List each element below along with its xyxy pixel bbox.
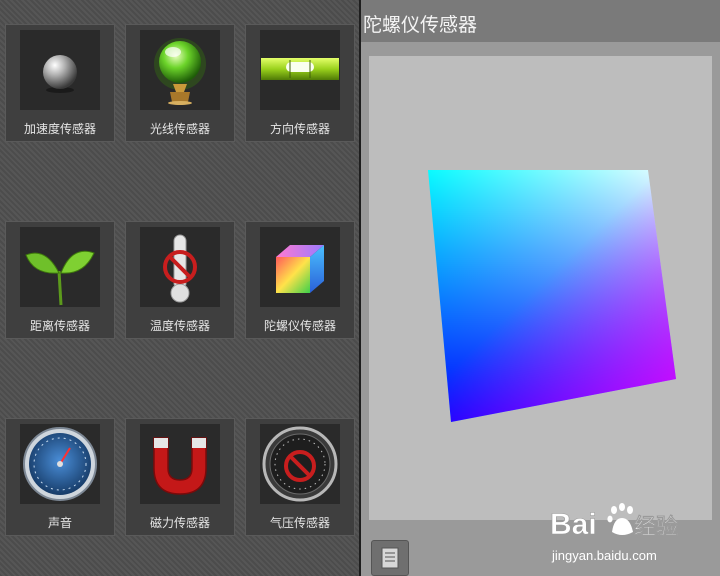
sensor-tile-accelerometer[interactable]: 加速度传感器 — [5, 24, 115, 142]
baidu-logo-icon: Bai 经验 — [550, 503, 678, 541]
steel-ball-icon — [20, 30, 100, 110]
gyroscope-canvas[interactable] — [369, 56, 712, 520]
sensor-label: 加速度传感器 — [23, 122, 96, 136]
sensor-label: 方向传感器 — [269, 122, 330, 136]
sensor-tile-temperature[interactable]: 温度传感器 — [125, 221, 235, 339]
sensor-tile-proximity[interactable]: 距离传感器 — [5, 221, 115, 339]
document-icon — [381, 547, 399, 569]
svg-text:经验: 经验 — [634, 514, 678, 540]
sensor-label: 光线传感器 — [149, 122, 210, 136]
magnet-icon — [140, 424, 220, 504]
sensor-label: 磁力传感器 — [149, 516, 210, 530]
sensor-label: 陀螺仪传感器 — [263, 319, 336, 333]
barometer-disabled-icon — [260, 424, 340, 504]
sensor-tile-gyroscope[interactable]: 陀螺仪传感器 — [245, 221, 355, 339]
sensor-tile-orientation[interactable]: 方向传感器 — [245, 24, 355, 142]
page-title: 陀螺仪传感器 — [363, 14, 478, 36]
sensor-tile-pressure[interactable]: 气压传感器 — [245, 418, 355, 536]
sensor-tile-magnetic[interactable]: 磁力传感器 — [125, 418, 235, 536]
watermark-url: jingyan.baidu.com — [552, 548, 657, 563]
sensor-label: 气压传感器 — [269, 516, 330, 530]
thermometer-disabled-icon — [140, 227, 220, 307]
sensor-label: 距离传感器 — [29, 319, 90, 333]
detail-panel: 陀螺仪传感器 — [361, 0, 720, 576]
title-bar: 陀螺仪传感器 — [361, 0, 720, 42]
sensor-grid: 加速度传感器 光线传感器 方向传感器 距离传感器 温度传感器 陀螺仪传感器 声音… — [0, 0, 359, 576]
sensor-label: 温度传感器 — [149, 319, 210, 333]
svg-text:Bai: Bai — [550, 508, 597, 541]
color-cube-face — [428, 170, 676, 422]
spirit-level-icon — [260, 30, 340, 110]
sensor-tile-light[interactable]: 光线传感器 — [125, 24, 235, 142]
sensor-tile-sound[interactable]: 声音 — [5, 418, 115, 536]
gauge-icon — [20, 424, 100, 504]
sprout-icon — [20, 227, 100, 307]
document-button[interactable] — [371, 540, 409, 576]
sensor-label: 声音 — [47, 516, 72, 530]
green-orb-icon — [140, 30, 220, 110]
color-cube-icon — [260, 227, 340, 307]
